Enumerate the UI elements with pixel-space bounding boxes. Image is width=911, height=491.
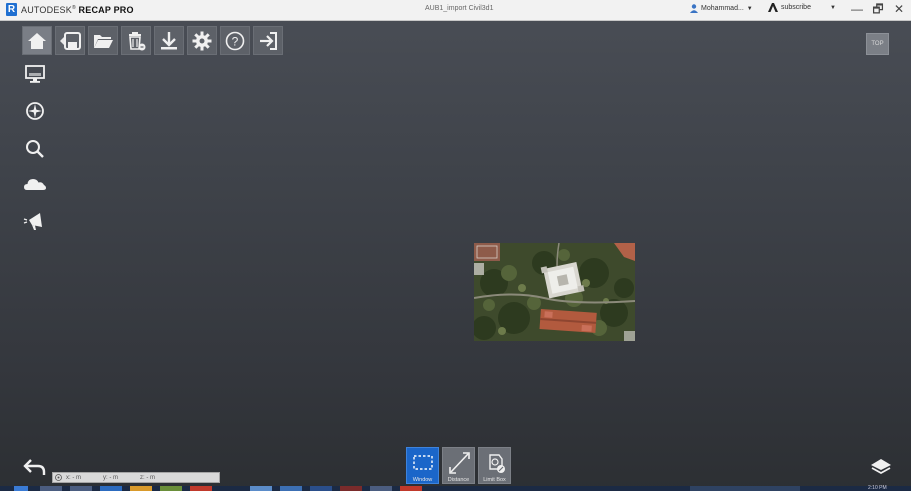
target-icon (55, 474, 62, 481)
taskbar-app[interactable] (340, 486, 362, 491)
close-button[interactable]: ✕ (893, 2, 905, 16)
taskbar-app[interactable] (160, 486, 182, 491)
point-cloud-image (474, 243, 635, 341)
title-bar: R AUTODESK® RECAP PRO AUB1_import Civil3… (0, 0, 911, 21)
megaphone-icon (23, 213, 42, 230)
distance-icon (448, 452, 470, 474)
taskbar-clock: 2:10 PM (868, 485, 887, 491)
search-button[interactable] (22, 137, 48, 161)
brand-prefix: AUTODESK (21, 4, 72, 15)
user-icon (690, 4, 698, 13)
save-icon (60, 31, 81, 50)
taskbar-app[interactable] (40, 486, 62, 491)
start-button[interactable] (14, 486, 28, 491)
gear-icon (192, 31, 212, 50)
taskbar-app[interactable] (280, 486, 302, 491)
compass-icon (26, 102, 44, 120)
limit-box-button[interactable]: Limit Box (478, 447, 511, 484)
minimize-button[interactable]: — (851, 2, 863, 16)
delete-button[interactable] (121, 26, 151, 55)
user-name: Mohammad... (701, 5, 744, 12)
coord-y: y: - m (103, 474, 118, 481)
user-caret-icon: ▼ (746, 5, 753, 12)
navigation-button[interactable] (22, 99, 48, 123)
point-cloud-view[interactable] (474, 243, 635, 341)
windows-taskbar: 2:10 PM (0, 485, 911, 491)
recap-pro-window: R AUTODESK® RECAP PRO AUB1_import Civil3… (0, 0, 911, 491)
exit-icon (260, 31, 277, 50)
distance-label: Distance (447, 477, 470, 483)
export-button[interactable] (154, 26, 184, 55)
brand-product: RECAP PRO (78, 4, 134, 15)
subscribe-caret-icon: ▼ (829, 4, 836, 11)
taskbar-app[interactable] (370, 486, 392, 491)
limit-box-icon (488, 454, 505, 473)
autodesk-a-icon (768, 3, 778, 12)
magnifier-icon (26, 140, 44, 158)
open-button[interactable] (88, 26, 118, 55)
window-select-icon (412, 455, 433, 470)
exit-button[interactable] (253, 26, 283, 55)
limit-box-label: Limit Box (483, 477, 506, 483)
cloud-icon (24, 179, 46, 190)
main-toolbar: ? (22, 26, 283, 55)
annotate-button[interactable] (22, 209, 48, 233)
app-logo: R AUTODESK® RECAP PRO (6, 3, 134, 16)
home-button[interactable] (22, 26, 52, 55)
save-button[interactable] (55, 26, 85, 55)
display-settings-button[interactable] (22, 62, 48, 86)
taskbar-tray (690, 486, 800, 491)
taskbar-app[interactable] (310, 486, 332, 491)
coord-x: x: - m (66, 474, 81, 481)
window-controls: — 🗗 ✕ (851, 2, 905, 16)
cloud-button[interactable] (22, 172, 48, 196)
taskbar-app[interactable] (400, 486, 422, 491)
taskbar-app[interactable] (100, 486, 122, 491)
document-title: AUB1_import Civil3d1 (425, 5, 494, 12)
distance-button[interactable]: Distance (442, 447, 475, 484)
help-icon: ? (225, 31, 245, 50)
taskbar-app[interactable] (250, 486, 272, 491)
taskbar-app[interactable] (70, 486, 92, 491)
selection-toolbar: Window Distance Limit Box (406, 447, 511, 484)
recap-logo-icon: R (6, 3, 17, 16)
help-button[interactable]: ? (220, 26, 250, 55)
layers-button[interactable] (869, 455, 893, 477)
back-arrow-icon (23, 459, 46, 475)
window-select-label: Window (412, 477, 433, 483)
trash-icon (129, 31, 146, 50)
layers-icon (871, 459, 891, 475)
app-brand: AUTODESK® RECAP PRO (21, 4, 134, 15)
svg-text:?: ? (232, 34, 239, 48)
back-button[interactable] (22, 455, 48, 477)
taskbar-app[interactable] (190, 486, 212, 491)
folder-icon (94, 34, 113, 48)
user-menu[interactable]: Mohammad... ▼ (690, 4, 753, 13)
taskbar-app[interactable] (130, 486, 152, 491)
restore-button[interactable]: 🗗 (872, 2, 884, 16)
monitor-icon (25, 65, 45, 83)
download-icon (161, 31, 177, 49)
home-icon (28, 32, 46, 49)
subscribe-menu[interactable]: subscribe ▼ (768, 3, 836, 12)
subscribe-label: subscribe (781, 4, 811, 11)
coord-z: z: - m (140, 474, 155, 481)
coordinates-readout: x: - m y: - m z: - m (52, 472, 220, 483)
window-select-button[interactable]: Window (406, 447, 439, 484)
settings-button[interactable] (187, 26, 217, 55)
view-cube-top[interactable]: TOP (866, 33, 889, 55)
